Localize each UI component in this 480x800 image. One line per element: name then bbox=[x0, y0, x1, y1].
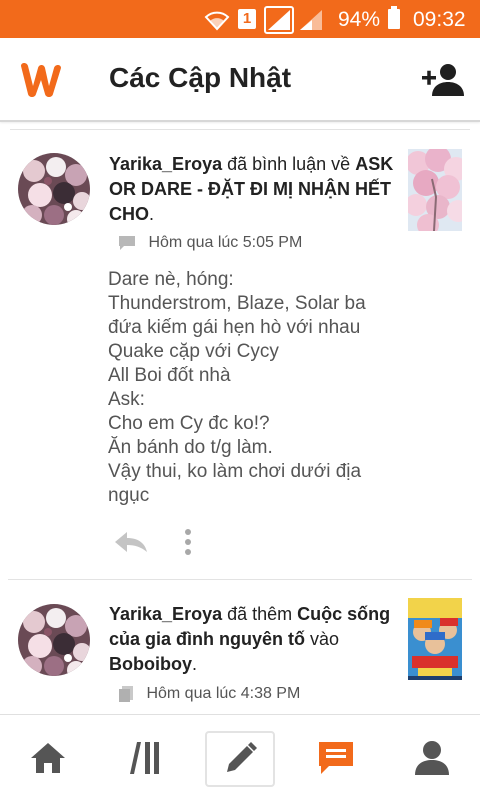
feed-item-headline: Yarika_Eroya đã bình luận về ASK OR DARE… bbox=[109, 152, 394, 227]
battery-percent: 94% bbox=[338, 8, 381, 31]
punctuation: . bbox=[192, 654, 198, 674]
add-friend-icon[interactable] bbox=[420, 62, 464, 98]
action-text: vào bbox=[305, 629, 340, 649]
action-text: đã thêm bbox=[222, 604, 298, 624]
story-cover-thumbnail[interactable] bbox=[408, 149, 462, 231]
comment-line: Vậy thui, ko làm chơi dưới địa bbox=[108, 461, 362, 482]
signal-strength-icon bbox=[264, 6, 294, 34]
nav-profile[interactable] bbox=[384, 715, 480, 800]
comment-line: Thunderstrom, Blaze, Solar ba bbox=[108, 293, 366, 314]
more-options-icon[interactable] bbox=[182, 528, 194, 556]
signal-strength-2-icon bbox=[300, 10, 322, 30]
library-icon bbox=[130, 742, 159, 774]
reading-list-icon bbox=[119, 686, 133, 702]
divider bbox=[10, 129, 470, 130]
nav-write[interactable] bbox=[205, 731, 275, 787]
clock: 09:32 bbox=[413, 8, 466, 31]
home-icon bbox=[31, 743, 65, 773]
timestamp: Hôm qua lúc 5:05 PM bbox=[148, 234, 303, 251]
comment-line: ngục bbox=[108, 485, 150, 506]
story-cover-thumbnail[interactable] bbox=[408, 598, 462, 680]
pencil-icon bbox=[227, 742, 257, 772]
timestamp-row: Hôm qua lúc 5:05 PM bbox=[118, 234, 302, 252]
action-text: đã bình luận về bbox=[222, 154, 356, 174]
nav-library[interactable] bbox=[96, 715, 192, 800]
comment-line: Quake cặp với Cycy bbox=[108, 341, 279, 362]
status-bar: 1 94% 09:32 bbox=[0, 0, 480, 38]
comment-icon bbox=[119, 235, 135, 250]
comment-line: Ăn bánh do t/g làm. bbox=[108, 437, 273, 458]
comment-line: đứa kiếm gái hẹn hò với nhau bbox=[108, 317, 361, 338]
username-link[interactable]: Yarika_Eroya bbox=[109, 154, 222, 174]
updates-feed: Yarika_Eroya đã bình luận về ASK OR DARE… bbox=[0, 124, 480, 714]
comment-line: Ask: bbox=[108, 389, 145, 410]
wifi-icon bbox=[204, 11, 230, 31]
timestamp-row: Hôm qua lúc 4:38 PM bbox=[118, 685, 300, 703]
comment-line: Cho em Cy đc ko!? bbox=[108, 413, 270, 434]
comment-body: Dare nè, hóng: Thunderstrom, Blaze, Sola… bbox=[108, 268, 398, 508]
page-title: Các Cập Nhật bbox=[109, 62, 292, 93]
comment-line: Dare nè, hóng: bbox=[108, 269, 234, 290]
profile-icon bbox=[415, 741, 449, 775]
nav-notifications[interactable] bbox=[288, 715, 384, 800]
timestamp: Hôm qua lúc 4:38 PM bbox=[146, 685, 301, 703]
username-link[interactable]: Yarika_Eroya bbox=[109, 604, 222, 624]
reading-list-link[interactable]: Boboiboy bbox=[109, 654, 192, 674]
battery-icon bbox=[388, 6, 400, 29]
avatar[interactable] bbox=[18, 153, 90, 225]
avatar[interactable] bbox=[18, 604, 90, 676]
comment-line: All Boi đốt nhà bbox=[108, 365, 231, 386]
feed-item-headline: Yarika_Eroya đã thêm Cuộc sống của gia đ… bbox=[109, 602, 394, 677]
bottom-navigation bbox=[0, 714, 480, 800]
punctuation: . bbox=[149, 204, 155, 224]
wattpad-logo-icon[interactable] bbox=[16, 60, 66, 100]
app-bar: Các Cập Nhật bbox=[0, 38, 480, 122]
nav-home[interactable] bbox=[0, 715, 96, 800]
divider bbox=[8, 579, 472, 580]
notifications-icon bbox=[319, 742, 353, 774]
reply-icon[interactable] bbox=[113, 530, 149, 554]
sim-slot-badge: 1 bbox=[238, 9, 256, 29]
